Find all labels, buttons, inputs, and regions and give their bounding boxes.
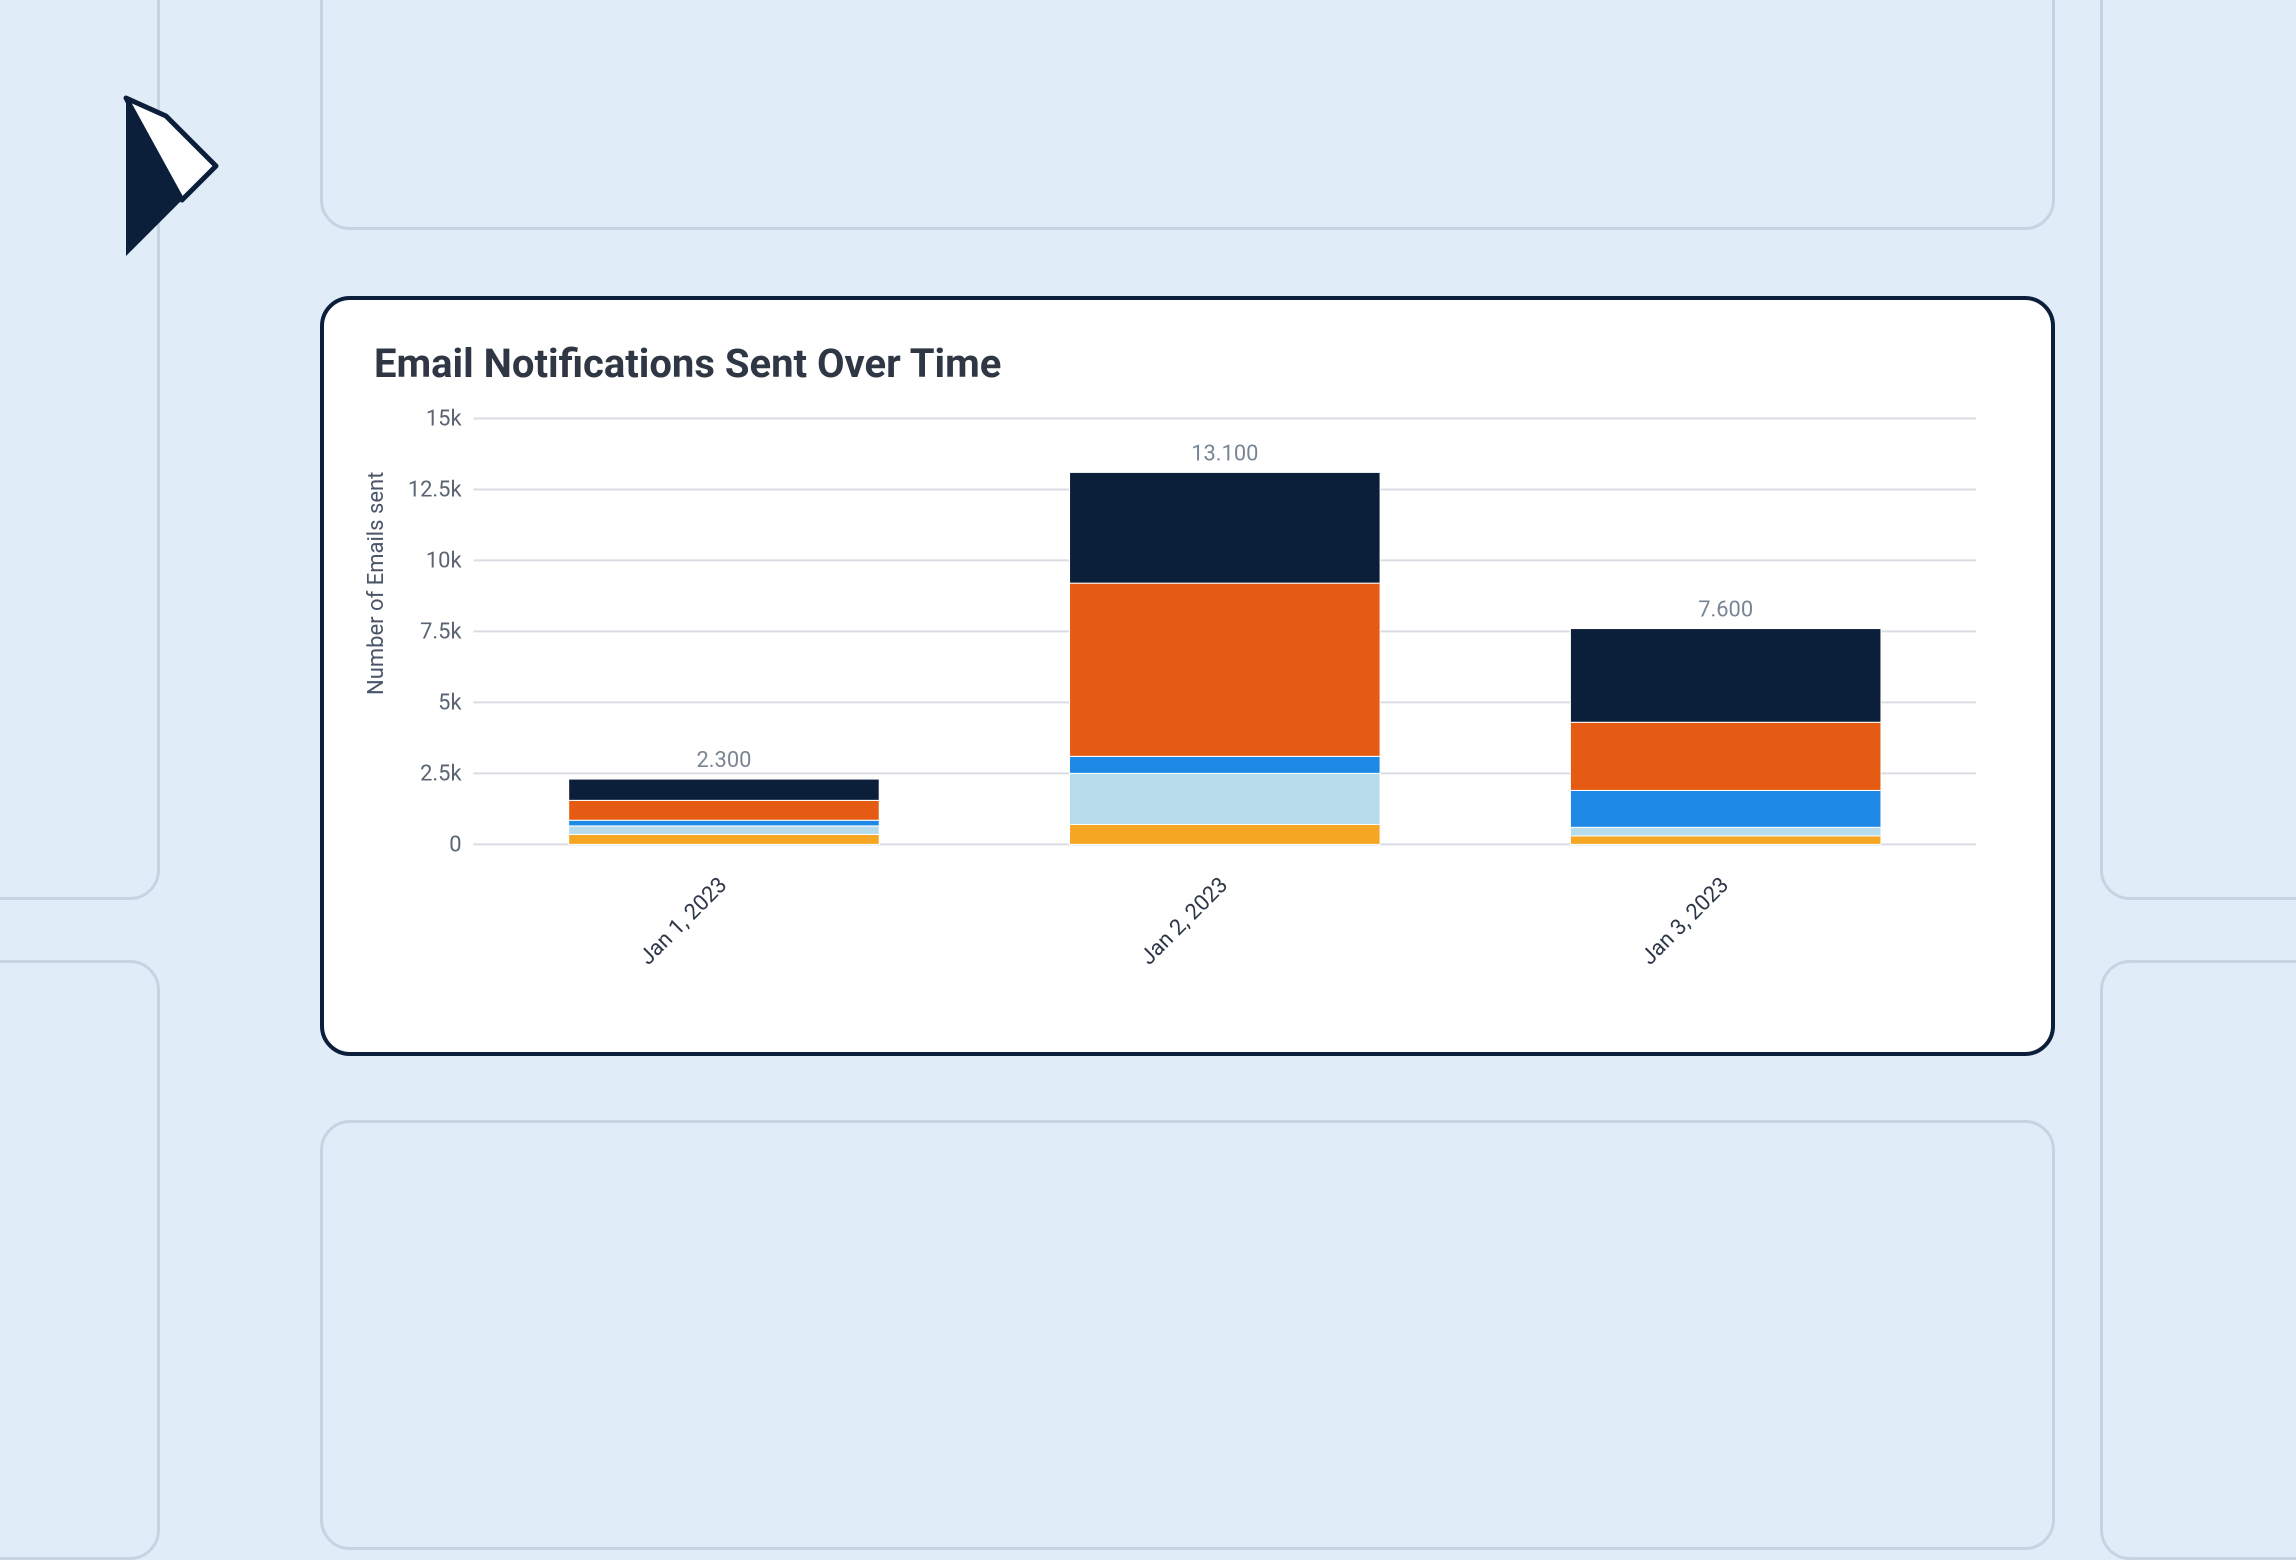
svg-text:13.100: 13.100	[1191, 441, 1258, 466]
svg-text:7.5k: 7.5k	[420, 619, 462, 644]
bg-panel-right-b	[2100, 960, 2296, 1560]
svg-text:Jan 2, 2023: Jan 2, 2023	[1136, 873, 1233, 970]
y-axis-label: Number of Emails sent	[364, 472, 389, 695]
chart-title: Email Notifications Sent Over Time	[374, 340, 2001, 387]
bg-panel-left-b	[0, 960, 160, 1560]
logo-icon	[112, 88, 222, 262]
svg-text:Jan 3, 2023: Jan 3, 2023	[1637, 873, 1734, 970]
svg-text:2.5k: 2.5k	[420, 761, 462, 786]
bg-panel-right-a	[2100, 0, 2296, 900]
svg-text:10k: 10k	[426, 548, 463, 573]
bg-panel-bottom	[320, 1120, 2055, 1550]
chart-area: Number of Emails sent 02.5k5k7.5k10k12.5…	[374, 395, 2001, 1035]
svg-text:7.600: 7.600	[1698, 598, 1753, 623]
svg-text:12.5k: 12.5k	[408, 477, 463, 502]
stacked-bar-chart: 0 2.5k 5k 7.5k 10k 12.5k 15k 2.300 Jan 1, 2023 13…	[374, 395, 2001, 1035]
svg-text:5k: 5k	[438, 690, 462, 715]
bg-panel-top	[320, 0, 2055, 230]
svg-text:0: 0	[449, 832, 461, 857]
svg-text:Jan 1, 2023: Jan 1, 2023	[635, 873, 732, 970]
chart-card: Email Notifications Sent Over Time Numbe…	[320, 296, 2055, 1056]
svg-text:15k: 15k	[426, 406, 463, 431]
svg-text:2.300: 2.300	[696, 748, 751, 773]
